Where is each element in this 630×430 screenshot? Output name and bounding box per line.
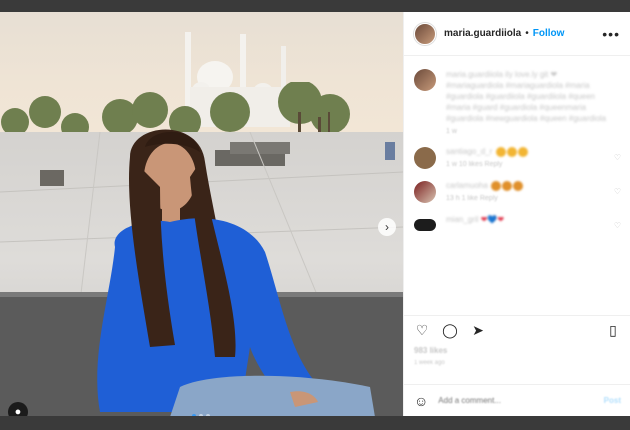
tagged-users-button[interactable]: ● bbox=[8, 402, 28, 416]
comment-icon[interactable]: ◯ bbox=[442, 322, 458, 338]
caption-text: maria.guardiiola ily love.ly git ❤ #mari… bbox=[446, 70, 607, 123]
likes-count[interactable]: 983 likes bbox=[414, 346, 447, 355]
emoji-icon bbox=[506, 147, 517, 157]
emoji-icon bbox=[495, 147, 506, 157]
post-photo[interactable]: › ● bbox=[0, 12, 403, 416]
follow-button[interactable]: Follow bbox=[533, 28, 565, 39]
comment-text: ❤💙❤ bbox=[480, 215, 505, 224]
comment-like-icon[interactable]: ♡ bbox=[614, 153, 621, 162]
user-icon: ● bbox=[14, 406, 22, 416]
bookmark-icon[interactable]: ▯ bbox=[605, 322, 621, 338]
smile-icon[interactable]: ☺ bbox=[414, 393, 428, 409]
post-comment-button[interactable]: Post bbox=[604, 396, 621, 405]
heart-icon[interactable]: ♡ bbox=[414, 322, 430, 338]
comment-row: carlamuoha 13 h 1 like Reply ♡ bbox=[414, 181, 621, 203]
share-icon[interactable]: ➤ bbox=[470, 322, 486, 338]
comments-list[interactable]: maria.guardiiola ily love.ly git ❤ #mari… bbox=[404, 57, 630, 315]
emoji-icon bbox=[517, 147, 528, 157]
emoji-icon bbox=[491, 181, 502, 191]
emoji-icon bbox=[513, 181, 524, 191]
comment-meta[interactable]: 1 w 10 likes Reply bbox=[446, 161, 616, 168]
comment-like-icon[interactable]: ♡ bbox=[614, 187, 621, 196]
browser-bottom-bar bbox=[0, 416, 630, 430]
chevron-right-icon: › bbox=[385, 220, 389, 234]
add-comment-bar: ☺ Post bbox=[404, 384, 630, 416]
username-link[interactable]: maria.guardiiola bbox=[444, 28, 521, 39]
comment-input[interactable] bbox=[438, 396, 589, 405]
avatar[interactable] bbox=[414, 219, 436, 231]
avatar[interactable] bbox=[414, 69, 436, 91]
post-actions-bar: ♡ ◯ ➤ ▯ bbox=[404, 315, 630, 343]
emoji-icon bbox=[502, 181, 513, 191]
avatar[interactable] bbox=[414, 22, 436, 45]
post-time: 1 week ago bbox=[414, 360, 445, 366]
comment-meta[interactable]: 13 h 1 like Reply bbox=[446, 195, 616, 202]
next-photo-button[interactable]: › bbox=[378, 218, 396, 236]
post-side-panel: maria.guardiiola • Follow ••• maria.guar… bbox=[403, 12, 630, 416]
more-horizontal-icon[interactable]: ••• bbox=[602, 26, 620, 42]
comment-row: mian_gril ❤💙❤ ♡ bbox=[414, 215, 621, 231]
post-header: maria.guardiiola • Follow ••• bbox=[404, 12, 630, 56]
caption-row: maria.guardiiola ily love.ly git ❤ #mari… bbox=[414, 69, 621, 135]
separator-dot: • bbox=[525, 28, 529, 39]
comment-row: santiago_d_r 1 w 10 likes Reply ♡ bbox=[414, 147, 621, 169]
caption-time: 1 w bbox=[446, 128, 457, 135]
avatar[interactable] bbox=[414, 181, 436, 203]
avatar[interactable] bbox=[414, 147, 436, 169]
comment-username[interactable]: mian_gril bbox=[446, 215, 478, 224]
comment-like-icon[interactable]: ♡ bbox=[614, 221, 621, 230]
woman-figure bbox=[97, 129, 375, 416]
comment-username[interactable]: santiago_d_r bbox=[446, 147, 492, 156]
comment-username[interactable]: carlamuoha bbox=[446, 181, 488, 190]
browser-top-bar bbox=[0, 0, 630, 12]
